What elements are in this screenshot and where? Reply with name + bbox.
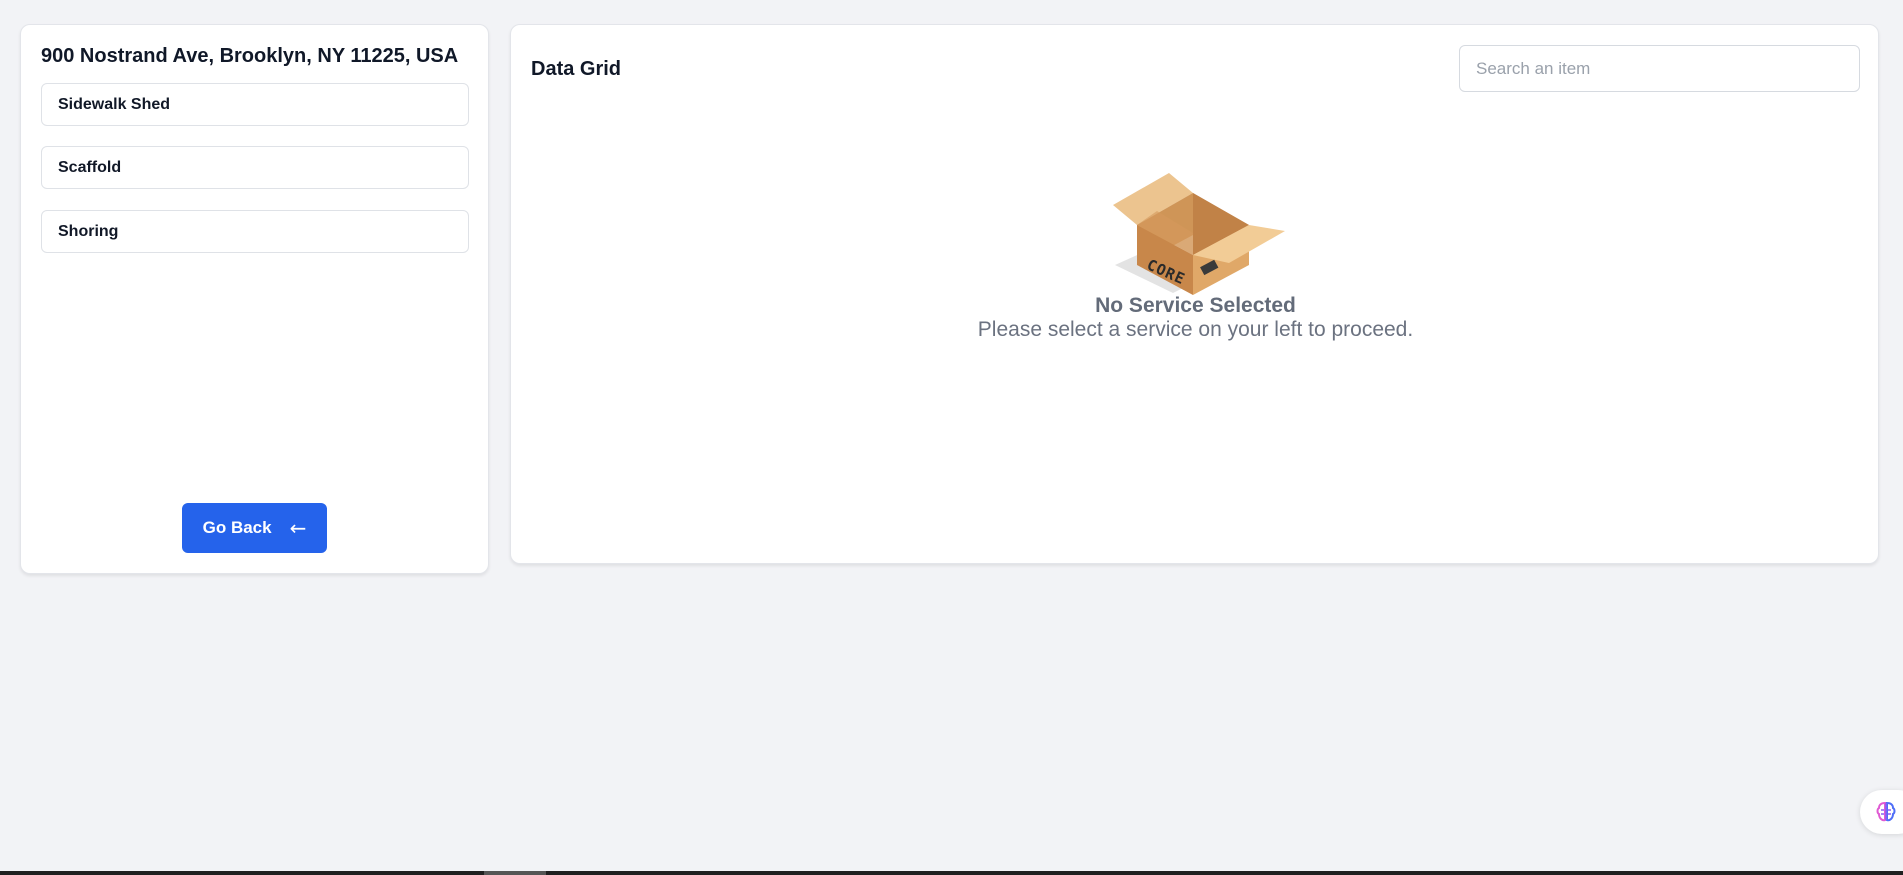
data-grid-panel: Data Grid CORE No Service Selected Pleas… (510, 24, 1879, 564)
service-sidebar: 900 Nostrand Ave, Brooklyn, NY 11225, US… (20, 24, 489, 574)
search-input[interactable] (1459, 45, 1860, 92)
service-item-label: Scaffold (58, 158, 122, 176)
ai-assistant-button[interactable] (1860, 790, 1903, 834)
service-item-label: Shoring (58, 222, 119, 240)
data-grid-title: Data Grid (531, 58, 622, 80)
empty-state-title: No Service Selected (1095, 294, 1296, 317)
empty-state-subtitle: Please select a service on your left to … (977, 318, 1414, 341)
arrow-left-icon: ← (289, 516, 307, 540)
service-item-label: Sidewalk Shed (58, 95, 171, 113)
scrollbar-thumb[interactable] (484, 871, 546, 875)
service-item-sidewalk-shed[interactable]: Sidewalk Shed (41, 83, 469, 126)
bottom-scrollbar-track (0, 871, 1903, 875)
go-back-label: Go Back (202, 518, 272, 537)
go-back-button[interactable]: Go Back ← (182, 503, 327, 553)
service-item-shoring[interactable]: Shoring (41, 210, 469, 253)
service-item-scaffold[interactable]: Scaffold (41, 146, 469, 189)
empty-box-illustration (1113, 173, 1285, 295)
address-title: 900 Nostrand Ave, Brooklyn, NY 11225, US… (41, 45, 459, 67)
brain-icon (1876, 801, 1896, 822)
